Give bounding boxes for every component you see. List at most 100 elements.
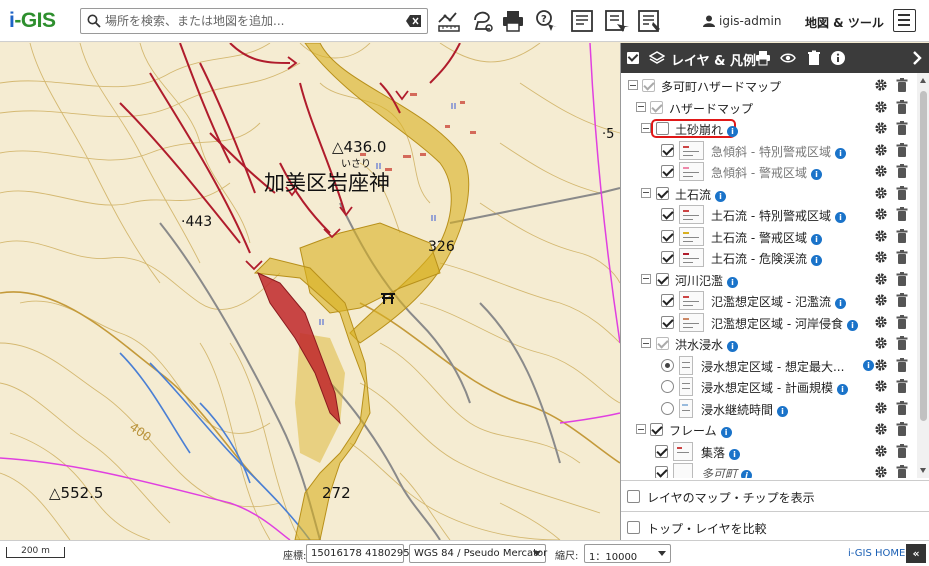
layer-row-debris-warning[interactable]: 土石流 - 警戒区域 i xyxy=(621,226,917,248)
gear-icon[interactable] xyxy=(874,336,888,350)
map-tools-button[interactable]: 地図 & ツール xyxy=(805,14,884,31)
panel-info-icon[interactable] xyxy=(830,50,846,66)
layer-row-debris-flow[interactable]: 土石流 i xyxy=(621,183,917,205)
layer-tree-scrollbar[interactable] xyxy=(917,73,929,478)
layer-row-debris-stream[interactable]: 土石流 - 危険渓流 i xyxy=(621,247,917,269)
collapse-panel-button[interactable]: « xyxy=(906,544,926,563)
info-icon[interactable]: i xyxy=(727,126,739,137)
collapse-toggle-icon[interactable] xyxy=(641,338,651,348)
gear-icon[interactable] xyxy=(874,401,888,415)
info-icon[interactable]: i xyxy=(834,298,846,309)
layer-checkbox[interactable] xyxy=(661,143,674,157)
gear-icon[interactable] xyxy=(874,315,888,329)
layer-row-flood-flow[interactable]: 氾濫想定区域 - 氾濫流 i xyxy=(621,290,917,312)
layer-checkbox[interactable] xyxy=(661,294,674,307)
gear-icon[interactable] xyxy=(874,207,888,221)
trash-icon[interactable] xyxy=(896,379,908,393)
layer-checkbox[interactable] xyxy=(650,423,663,436)
layer-checkbox[interactable] xyxy=(661,165,674,178)
layer-radio[interactable] xyxy=(661,401,674,415)
layer-row-planned-inundation[interactable]: 浸水想定区域 - 計画規模 i xyxy=(621,376,917,398)
compare-top-layer-checkbox[interactable] xyxy=(627,521,640,534)
info-icon[interactable]: i xyxy=(810,169,822,180)
gear-icon[interactable] xyxy=(874,143,888,157)
coordinate-field[interactable]: 15016178 4180295 xyxy=(306,544,410,563)
collapse-toggle-icon[interactable] xyxy=(641,123,651,133)
info-icon[interactable]: i xyxy=(834,212,846,223)
layer-row-landslide[interactable]: 土砂崩れ i xyxy=(621,118,917,140)
scale-ratio-select[interactable]: 1：10000 xyxy=(584,544,671,563)
search-box[interactable] xyxy=(80,8,428,34)
panel-collapse-chevron-icon[interactable] xyxy=(909,50,925,66)
info-icon[interactable]: i xyxy=(810,255,822,266)
scroll-thumb[interactable] xyxy=(920,91,927,421)
layer-row-max-inundation[interactable]: 浸水想定区域 - 想定最大... i xyxy=(621,355,917,377)
info-icon[interactable]: i xyxy=(741,470,753,478)
info-icon[interactable]: i xyxy=(715,190,727,202)
crs-select[interactable]: WGS 84 / Pseudo Mercator xyxy=(409,544,547,563)
hamburger-menu-icon[interactable] xyxy=(893,9,916,32)
layer-row-bank-erosion[interactable]: 氾濫想定区域 - 河岸侵食 i xyxy=(621,312,917,334)
collapse-toggle-icon[interactable] xyxy=(641,187,651,198)
show-map-tips-option[interactable]: レイヤのマップ・チップを表示 xyxy=(621,480,929,511)
clear-search-icon[interactable] xyxy=(406,15,421,27)
layer-checkbox[interactable] xyxy=(655,444,668,458)
layer-checkbox[interactable] xyxy=(656,337,669,350)
trash-icon[interactable] xyxy=(896,443,908,458)
info-icon[interactable]: i xyxy=(729,448,741,460)
panel-delete-icon[interactable] xyxy=(806,50,822,66)
trash-icon[interactable] xyxy=(896,336,908,350)
list-icon[interactable] xyxy=(569,8,595,34)
gear-icon[interactable] xyxy=(874,164,888,178)
collapse-toggle-icon[interactable] xyxy=(636,101,646,112)
layer-checkbox[interactable] xyxy=(656,186,669,200)
gear-icon[interactable] xyxy=(874,422,888,436)
info-icon[interactable]: i xyxy=(727,276,739,288)
gear-icon[interactable] xyxy=(874,444,888,458)
panel-print-icon[interactable] xyxy=(755,50,771,66)
gear-icon[interactable] xyxy=(874,250,888,264)
trash-icon[interactable] xyxy=(896,314,908,329)
scroll-down-icon[interactable] xyxy=(920,468,926,473)
trash-icon[interactable] xyxy=(896,207,908,221)
layer-checkbox[interactable] xyxy=(661,208,674,221)
info-icon[interactable]: i xyxy=(834,147,846,159)
compare-top-layer-option[interactable]: トップ・レイヤを比較 xyxy=(621,511,929,542)
report-icon[interactable] xyxy=(636,8,662,34)
layer-row-river-flood[interactable]: 河川氾濫 i xyxy=(621,269,917,291)
search-input[interactable] xyxy=(105,12,401,30)
trash-icon[interactable] xyxy=(896,250,908,264)
layer-row-takacho[interactable]: 多可町 i xyxy=(621,462,917,478)
layer-row-takacho-hazard[interactable]: 多可町ハザードマップ xyxy=(621,75,917,97)
measure-icon[interactable] xyxy=(436,8,462,34)
trash-icon[interactable] xyxy=(896,465,908,478)
layer-row-steep-warning[interactable]: 急傾斜 - 警戒区域 i xyxy=(621,161,917,183)
gear-icon[interactable] xyxy=(874,78,888,92)
show-map-tips-checkbox[interactable] xyxy=(627,490,640,503)
gear-icon[interactable] xyxy=(874,379,888,393)
trash-icon[interactable] xyxy=(896,99,908,114)
layer-row-frame[interactable]: フレーム i xyxy=(621,419,917,441)
gear-icon[interactable] xyxy=(874,293,888,307)
print-icon[interactable] xyxy=(500,8,526,34)
layer-checkbox[interactable] xyxy=(661,229,674,243)
gear-icon[interactable] xyxy=(874,186,888,200)
trash-icon[interactable] xyxy=(896,228,908,243)
collapse-toggle-icon[interactable] xyxy=(641,273,651,284)
gear-icon[interactable] xyxy=(874,121,888,135)
user-menu[interactable]: igis-admin xyxy=(703,14,781,28)
trash-icon[interactable] xyxy=(896,400,908,415)
layer-checkbox[interactable] xyxy=(656,122,669,135)
layer-radio[interactable] xyxy=(661,380,674,393)
draw-icon[interactable] xyxy=(470,8,496,34)
gear-icon[interactable] xyxy=(874,465,888,478)
collapse-toggle-icon[interactable] xyxy=(636,424,646,434)
trash-icon[interactable] xyxy=(896,164,908,178)
layer-row-debris-special[interactable]: 土石流 - 特別警戒区域 i xyxy=(621,204,917,226)
gear-icon[interactable] xyxy=(874,358,888,372)
edit-icon[interactable] xyxy=(603,8,629,34)
layer-checkbox[interactable] xyxy=(655,466,668,478)
layer-radio[interactable] xyxy=(661,358,674,372)
layer-checkbox[interactable] xyxy=(642,79,655,92)
gear-icon[interactable] xyxy=(874,272,888,286)
